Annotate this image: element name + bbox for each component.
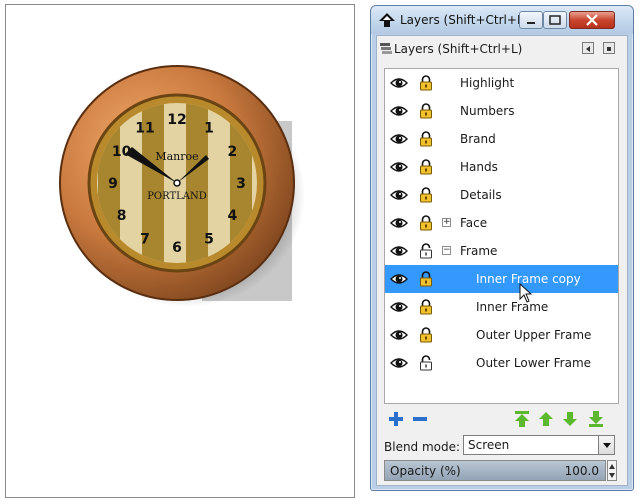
minimize-button[interactable] — [519, 11, 543, 29]
layer-name: Face — [460, 216, 488, 230]
brand-bottom: PORTLAND — [147, 191, 207, 202]
chevron-down-icon — [603, 443, 611, 448]
layer-list[interactable]: Highlight Numbers Brand Hands Details + Face − F… — [384, 68, 619, 404]
minimize-icon — [527, 22, 535, 24]
layer-name: Frame — [460, 244, 498, 258]
blend-mode-select[interactable]: Screen — [463, 435, 615, 455]
layer-name: Details — [460, 188, 502, 202]
layer-row[interactable]: Outer Upper Frame — [385, 321, 618, 349]
lock-icon[interactable] — [419, 299, 433, 315]
eye-icon[interactable] — [390, 272, 408, 286]
lock-icon[interactable] — [419, 75, 433, 91]
lower-to-bottom-icon[interactable] — [587, 410, 605, 428]
eye-icon[interactable] — [390, 132, 408, 146]
close-button[interactable] — [569, 11, 615, 29]
clock-number: 3 — [236, 176, 246, 192]
eye-icon[interactable] — [390, 300, 408, 314]
layer-row[interactable]: Brand — [385, 125, 618, 153]
clock-number: 6 — [172, 240, 182, 256]
remove-layer-icon[interactable] — [411, 410, 429, 428]
layer-row[interactable]: − Frame — [385, 237, 618, 265]
spin-down-icon[interactable] — [609, 471, 615, 480]
dock-collapse-button[interactable] — [582, 42, 594, 54]
layer-name: Outer Lower Frame — [476, 356, 592, 370]
drawing-canvas[interactable]: 12 1 2 3 4 5 6 7 8 9 10 11 Manroe PORTLAND — [5, 4, 355, 498]
layer-row[interactable]: Numbers — [385, 97, 618, 125]
lock-icon[interactable] — [419, 327, 433, 343]
clock-number: 12 — [167, 112, 186, 128]
clock-number: 4 — [228, 208, 238, 224]
layer-name: Brand — [460, 132, 496, 146]
layer-row[interactable]: Hands — [385, 153, 618, 181]
layer-row[interactable]: Highlight — [385, 69, 618, 97]
dock-title: Layers (Shift+Ctrl+L) — [394, 42, 523, 56]
inkscape-icon — [379, 13, 395, 27]
opacity-label: Opacity (%) — [390, 464, 461, 478]
raise-layer-icon[interactable] — [537, 410, 555, 428]
eye-icon[interactable] — [390, 188, 408, 202]
lock-icon[interactable] — [419, 159, 433, 175]
mouse-cursor-icon — [519, 283, 533, 303]
layers-icon — [380, 43, 392, 54]
window-title: Layers (Shift+Ctrl+L) — [400, 13, 529, 27]
eye-icon[interactable] — [390, 216, 408, 230]
layer-name: Outer Upper Frame — [476, 328, 592, 342]
collapse-icon[interactable]: − — [442, 246, 451, 255]
unlock-icon[interactable] — [419, 355, 433, 371]
dock-panel: Layers (Shift+Ctrl+L) Highlight Numbers Br… — [376, 35, 628, 486]
lock-icon[interactable] — [419, 271, 433, 287]
spin-up-icon[interactable] — [609, 462, 615, 471]
layers-toolbar — [377, 408, 627, 432]
blend-mode-value: Screen — [468, 438, 510, 452]
brand-top: Manroe — [155, 150, 198, 163]
eye-icon[interactable] — [390, 244, 408, 258]
layer-row[interactable]: Inner Frame copy — [385, 265, 618, 293]
raise-to-top-icon[interactable] — [513, 410, 531, 428]
dock-close-button[interactable] — [603, 42, 615, 54]
eye-icon[interactable] — [390, 328, 408, 342]
lock-icon[interactable] — [419, 131, 433, 147]
layers-window: Layers (Shift+Ctrl+L) Layers (Shift+Ctrl… — [370, 5, 634, 491]
layer-name: Highlight — [460, 76, 515, 90]
opacity-spinner[interactable] — [607, 460, 617, 481]
clock-number: 8 — [117, 208, 127, 224]
dropdown-button[interactable] — [598, 436, 614, 454]
eye-icon[interactable] — [390, 76, 408, 90]
lower-layer-icon[interactable] — [561, 410, 579, 428]
layer-row[interactable]: Details — [385, 181, 618, 209]
eye-icon[interactable] — [390, 104, 408, 118]
hand-pin — [173, 179, 181, 187]
opacity-value: 100.0 — [564, 464, 599, 478]
expand-icon[interactable]: + — [442, 218, 451, 227]
close-icon — [586, 14, 598, 26]
clock-number: 2 — [228, 144, 238, 160]
clock-illustration: 121234567891011 Manroe PORTLAND — [59, 65, 305, 307]
triangle-left-icon — [586, 46, 590, 52]
eye-icon[interactable] — [390, 160, 408, 174]
window-titlebar[interactable]: Layers (Shift+Ctrl+L) — [371, 6, 633, 34]
clock-number: 5 — [204, 231, 214, 247]
dock-header: Layers (Shift+Ctrl+L) — [377, 36, 627, 62]
layer-name: Inner Frame — [476, 300, 549, 314]
eye-icon[interactable] — [390, 356, 408, 370]
layer-name: Hands — [460, 160, 498, 174]
layer-row[interactable]: Inner Frame — [385, 293, 618, 321]
layer-row[interactable]: + Face — [385, 209, 618, 237]
layer-name: Numbers — [460, 104, 515, 118]
maximize-button[interactable] — [543, 11, 567, 29]
layer-row[interactable]: Outer Lower Frame — [385, 349, 618, 377]
add-layer-icon[interactable] — [387, 410, 405, 428]
unlock-icon[interactable] — [419, 243, 433, 259]
lock-icon[interactable] — [419, 215, 433, 231]
dock-close-icon — [607, 47, 611, 51]
maximize-icon — [549, 15, 561, 25]
clock-number: 7 — [140, 231, 150, 247]
clock-number: 9 — [108, 176, 118, 192]
clock-number: 1 — [204, 121, 214, 137]
clock-number: 11 — [135, 121, 154, 137]
lock-icon[interactable] — [419, 187, 433, 203]
blend-mode-label: Blend mode: — [384, 440, 461, 454]
opacity-slider[interactable]: Opacity (%) 100.0 — [384, 460, 606, 481]
lock-icon[interactable] — [419, 103, 433, 119]
